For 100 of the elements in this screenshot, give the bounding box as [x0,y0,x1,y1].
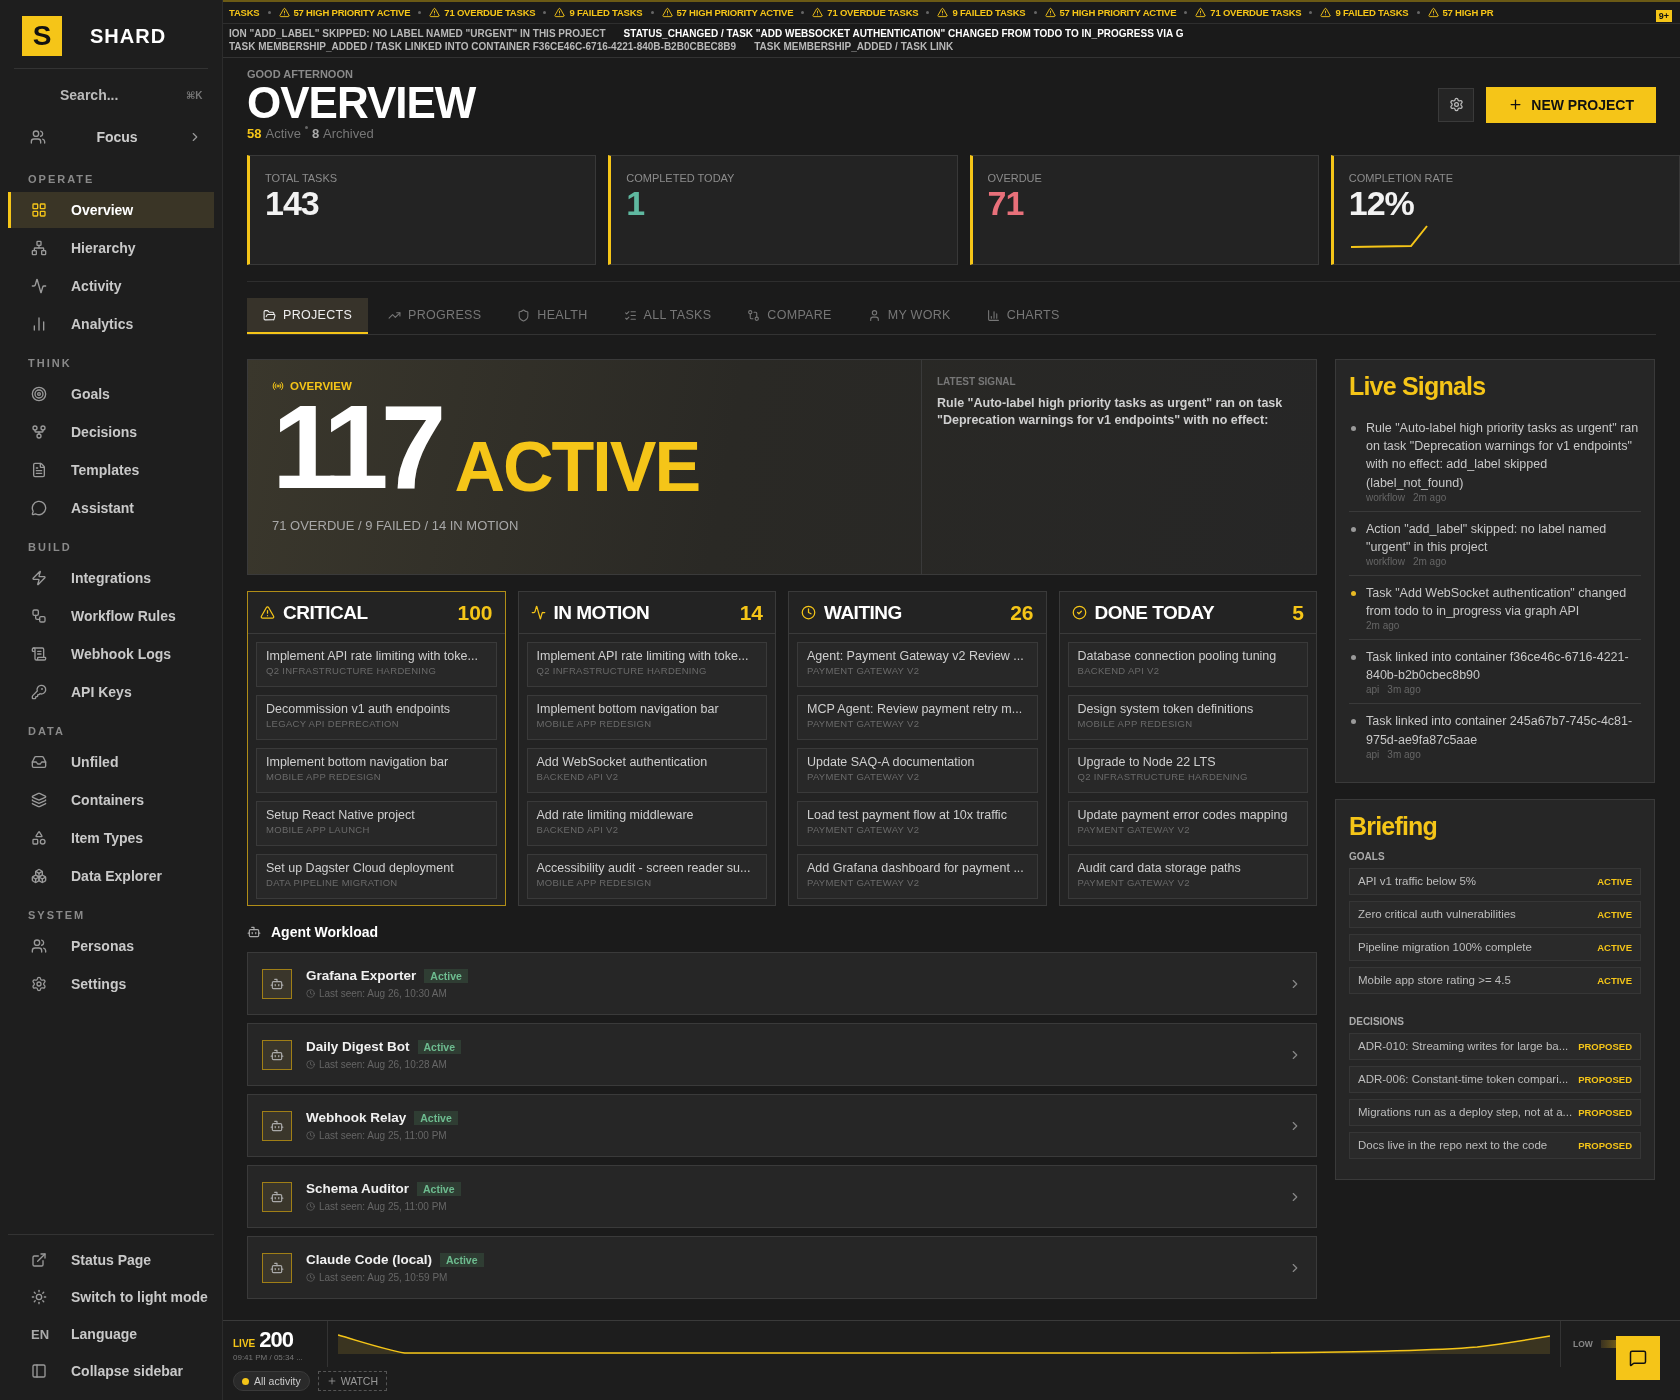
signal-time: 2m ago [1366,620,1400,632]
sidebar-item[interactable]: Overview [8,192,214,228]
tab[interactable]: MY WORK [851,298,967,335]
task-card[interactable]: Load test payment flow at 10x traffic PAYMENT GATEWAY V2 [797,801,1038,847]
tab[interactable]: PROJECTS [247,298,369,335]
clock-icon [801,605,816,621]
language-code: EN [31,1326,47,1342]
sidebar-item[interactable]: Templates [8,452,214,488]
task-card[interactable]: Implement API rate limiting with toke... Q2 INFRASTRUCTURE HARDENING [256,642,497,688]
task-project: PAYMENT GATEWAY V2 [807,877,921,889]
check-circle-icon [1071,605,1087,621]
tab[interactable]: PROGRESS [372,298,498,335]
goal-row[interactable]: Mobile app store rating >= 4.5 ACTIVE [1349,966,1641,994]
task-card[interactable]: Add WebSocket authentication BACKEND API V2 [526,748,767,794]
decision-row[interactable]: Docs live in the repo next to the code PROPOSED [1349,1131,1641,1159]
clock-icon [306,1131,315,1141]
sidebar-item[interactable]: Hierarchy [8,230,214,266]
goal-row[interactable]: Pipeline migration 100% complete ACTIVE [1349,933,1641,961]
sidebar-item[interactable]: Collapse sidebar [8,1353,214,1389]
task-project: Q2 INFRASTRUCTURE HARDENING [266,665,438,677]
task-project: BACKEND API V2 [536,824,620,836]
clock-icon [306,1202,315,1212]
task-card[interactable]: Implement bottom navigation bar MOBILE APP REDESIGN [256,748,497,794]
decision-row[interactable]: ADR-006: Constant-time token compari... PROPOSED [1349,1065,1641,1093]
decision-row[interactable]: ADR-010: Streaming writes for large ba... PROPOSED [1349,1032,1641,1060]
task-card[interactable]: Update SAQ-A documentation PAYMENT GATEWAY V2 [797,748,1038,794]
watch-button[interactable]: WATCH [317,1371,387,1391]
sidebar-section-title: SYSTEM [27,908,87,923]
sidebar-item[interactable]: Item Types [8,820,214,856]
search-field[interactable]: Search... [58,86,158,104]
task-card[interactable]: Upgrade to Node 22 LTS Q2 INFRASTRUCTURE HARDENING [1067,748,1308,794]
tab[interactable]: COMPARE [731,298,848,335]
goal-text: Pipeline migration 100% complete [1358,941,1532,954]
task-title: Update payment error codes mapping [1077,808,1289,823]
task-card[interactable]: Agent: Payment Gateway v2 Review ... PAYMENT GATEWAY V2 [797,642,1038,688]
lightning-icon [31,570,47,586]
sidebar-item[interactable]: API Keys [8,674,214,710]
task-card[interactable]: Implement bottom navigation bar MOBILE APP REDESIGN [526,695,767,741]
task-card[interactable]: Decommission v1 auth endpoints LEGACY API DEPRECATION [256,695,497,741]
sidebar-item[interactable]: Personas [8,928,214,964]
active-count: 58 [247,126,262,142]
tab[interactable]: CHARTS [970,298,1076,335]
agent-card[interactable]: Claude Code (local) Active Last seen: Aug 25, 10:59 PM [247,1236,1317,1300]
goal-row[interactable]: API v1 traffic below 5% ACTIVE [1349,867,1641,895]
sidebar-item[interactable]: Switch to light mode [8,1279,214,1315]
agent-card[interactable]: Grafana Exporter Active Last seen: Aug 26, 10:30 AM [247,952,1317,1016]
sidebar-item[interactable]: Decisions [8,414,214,450]
task-card[interactable]: Update payment error codes mapping PAYMENT GATEWAY V2 [1067,801,1308,847]
tab[interactable]: ALL TASKS [607,298,728,335]
sidebar-item[interactable]: Settings [8,966,214,1002]
task-card[interactable]: Audit card data storage paths PAYMENT GATEWAY V2 [1067,854,1308,900]
bar-chart-icon [986,308,1000,322]
folder-icon [263,308,276,322]
agent-card[interactable]: Daily Digest Bot Active Last seen: Aug 26, 10:28 AM [247,1023,1317,1087]
goal-status: ACTIVE [1597,974,1632,986]
sidebar-item[interactable]: Workflow Rules [8,598,214,634]
warning-icon [661,7,673,18]
sidebar-item[interactable]: Integrations [8,560,214,596]
settings-button[interactable] [1438,87,1475,122]
stat-label: OVERDUE [987,172,1043,185]
task-title: Add WebSocket authentication [536,755,709,770]
task-project: Q2 INFRASTRUCTURE HARDENING [1077,771,1249,783]
sidebar-item[interactable]: Analytics [8,306,214,342]
sidebar-item[interactable]: Unfiled [8,744,214,780]
agent-card[interactable]: Schema Auditor Active Last seen: Aug 25, 11:00 PM [247,1165,1317,1229]
sidebar-item[interactable]: Assistant [8,490,214,526]
focus-selector[interactable]: Focus [46,129,188,145]
decision-row[interactable]: Migrations run as a deploy step, not at a... PROPOSED [1349,1098,1641,1126]
sidebar-item[interactable]: Goals [8,376,214,412]
signal-text: Task linked into container 245a67b7-745c-4c81-975d-ae9fa87c5aae [1366,713,1634,749]
goal-text: API v1 traffic below 5% [1358,875,1477,888]
task-card[interactable]: Set up Dagster Cloud deployment DATA PIPELINE MIGRATION [256,854,497,900]
signal-time: 2m ago [1412,555,1447,567]
activity-filter-chip[interactable]: All activity [233,1371,310,1391]
sidebar-item[interactable]: EN Language [8,1316,214,1352]
agent-card[interactable]: Webhook Relay Active Last seen: Aug 25, 11:00 PM [247,1094,1317,1158]
task-title: Design system token definitions [1077,702,1255,717]
task-card[interactable]: MCP Agent: Review payment retry m... PAYMENT GATEWAY V2 [797,695,1038,741]
sidebar-item[interactable]: Containers [8,782,214,818]
new-project-button[interactable]: NEW PROJECT [1486,86,1656,123]
sidebar-item[interactable]: Status Page [8,1242,214,1278]
task-card[interactable]: Design system token definitions MOBILE APP REDESIGN [1067,695,1308,741]
task-card[interactable]: Accessibility audit - screen reader su... MOBILE APP REDESIGN [526,854,767,900]
task-title: Database connection pooling tuning [1077,649,1278,664]
clock-icon [306,989,315,999]
task-card[interactable]: Setup React Native project MOBILE APP LAUNCH [256,801,497,847]
task-card[interactable]: Add rate limiting middleware BACKEND API V2 [526,801,767,847]
plus-icon [1508,97,1524,113]
goal-row[interactable]: Zero critical auth vulnerabilities ACTIVE [1349,900,1641,928]
task-card[interactable]: Database connection pooling tuning BACKEND API V2 [1067,642,1308,688]
signal-source: workflow [1366,491,1405,503]
task-card[interactable]: Implement API rate limiting with toke... Q2 INFRASTRUCTURE HARDENING [526,642,767,688]
sidebar-item[interactable]: Webhook Logs [8,636,214,672]
tab[interactable]: HEALTH [501,298,604,335]
section-title: Agent Workload [271,924,379,941]
column-count: 100 [457,600,493,625]
task-card[interactable]: Add Grafana dashboard for payment ... PAYMENT GATEWAY V2 [797,854,1038,900]
chat-button[interactable] [1616,1336,1660,1380]
sidebar-item[interactable]: Data Explorer [8,858,214,894]
sidebar-item[interactable]: Activity [8,268,214,304]
